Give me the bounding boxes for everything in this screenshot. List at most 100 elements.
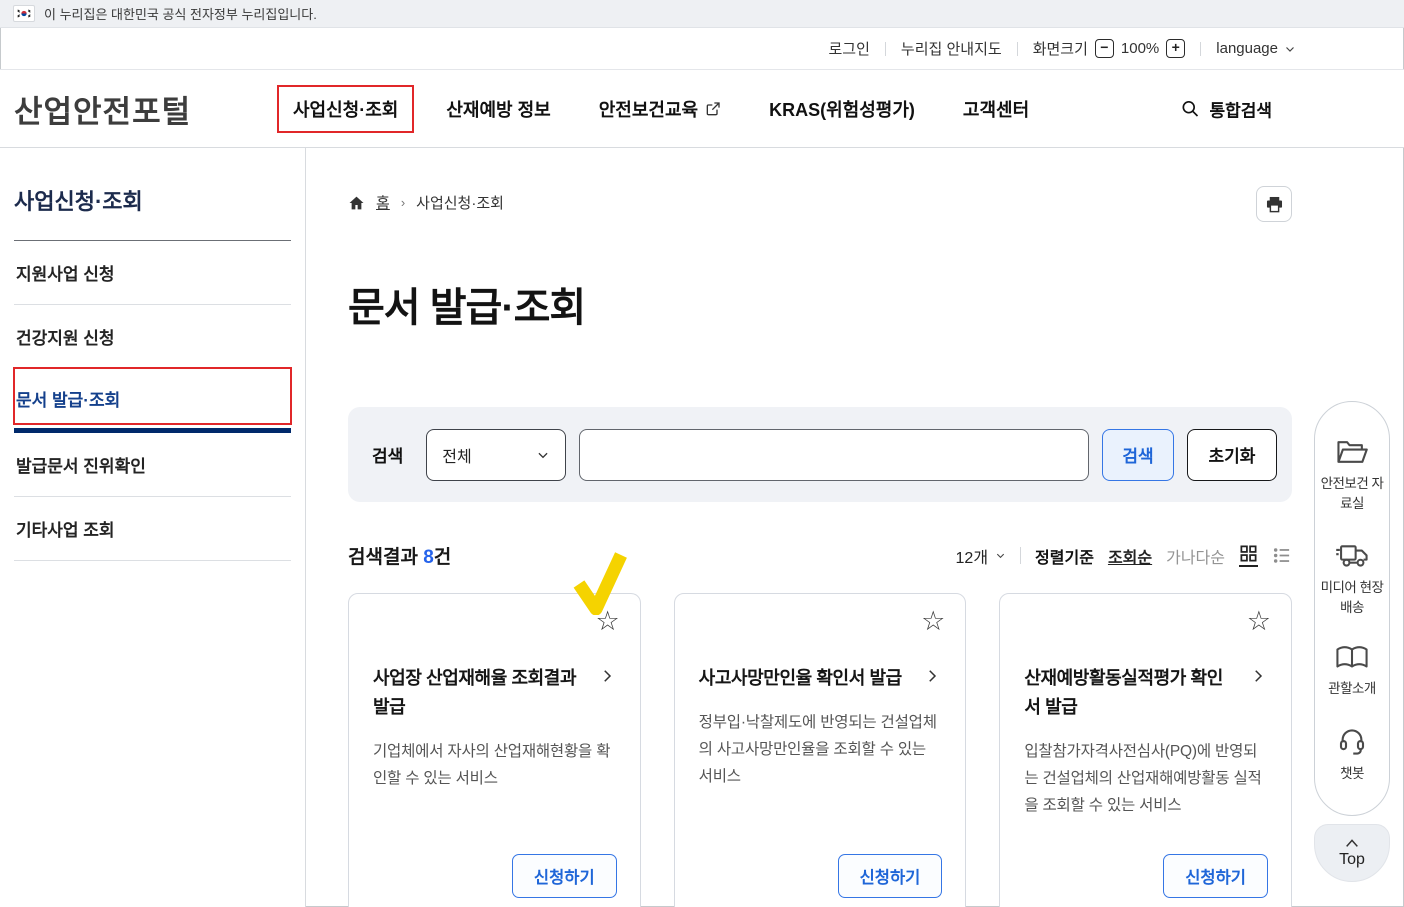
utility-bar: 로그인 누리집 안내지도 화면크기 − 100% + language xyxy=(0,28,1404,70)
result-count-number: 8 xyxy=(423,547,434,568)
print-button[interactable] xyxy=(1256,186,1292,222)
page-title: 문서 발급·조회 xyxy=(348,275,1292,333)
card-description: 입찰참가자격사전심사(PQ)에 반영되는 건설업체의 산업재해예방활동 실적을 … xyxy=(1024,738,1267,819)
nav-label: KRAS(위험성평가) xyxy=(769,96,915,122)
service-card: ☆ 산재예방활동실적평가 확인서 발급 입찰참가자격사전심사(PQ)에 반영되는… xyxy=(999,593,1292,907)
quickmenu-item-jurisdiction[interactable]: 관할소개 xyxy=(1328,645,1376,699)
chevron-right-icon xyxy=(923,667,941,685)
favorite-star-icon[interactable]: ☆ xyxy=(1247,608,1271,635)
result-count: 검색결과 8건 xyxy=(348,542,451,569)
nav-label: 사업신청·조회 xyxy=(293,96,398,122)
nav-item-kras[interactable]: KRAS(위험성평가) xyxy=(769,96,915,122)
home-icon xyxy=(348,195,365,211)
card-description: 기업체에서 자사의 산업재해현황을 확인할 수 있는 서비스 xyxy=(373,738,616,792)
truck-icon xyxy=(1335,542,1369,570)
breadcrumb-separator: › xyxy=(401,195,405,210)
sidebar-title: 사업신청·조회 xyxy=(14,184,291,216)
card-description: 정부입·낙찰제도에 반영되는 건설업체의 사고사망만인율을 조회할 수 있는 서… xyxy=(699,709,942,790)
reset-button[interactable]: 초기화 xyxy=(1187,429,1277,481)
card-title: 사고사망만인율 확인서 발급 xyxy=(699,664,912,693)
site-logo[interactable]: 산업안전포털 xyxy=(14,86,191,131)
language-dropdown[interactable]: language xyxy=(1216,40,1296,57)
apply-button[interactable]: 신청하기 xyxy=(1163,854,1268,898)
favorite-star-icon[interactable]: ☆ xyxy=(595,608,619,635)
nav-label: 산재예방 정보 xyxy=(446,96,550,122)
login-link[interactable]: 로그인 xyxy=(829,38,870,59)
total-search-button[interactable]: 통합검색 xyxy=(1180,96,1272,121)
page-root: 이 누리집은 대한민국 공식 전자정부 누리집입니다. 로그인 누리집 안내지도… xyxy=(0,0,1404,907)
divider xyxy=(885,42,886,56)
sidebar-menu: 지원사업 신청 건강지원 신청 문서 발급·조회 발급문서 진위확인 기타사업 … xyxy=(14,240,291,561)
card-title-link[interactable]: 산재예방활동실적평가 확인서 발급 xyxy=(1024,664,1267,722)
headset-icon xyxy=(1337,726,1367,756)
filter-selected-value: 전체 xyxy=(442,443,471,467)
sitemap-link[interactable]: 누리집 안내지도 xyxy=(901,38,1002,59)
chevron-down-icon xyxy=(536,448,550,462)
gov-banner-text: 이 누리집은 대한민국 공식 전자정부 누리집입니다. xyxy=(44,4,317,23)
zoom-in-button[interactable]: + xyxy=(1166,39,1185,58)
service-card: ☆ 사업장 산업재해율 조회결과 발급 기업체에서 자사의 산업재해현황을 확인… xyxy=(348,593,641,907)
chevron-right-icon xyxy=(598,667,616,685)
sidebar-item-document-verify[interactable]: 발급문서 진위확인 xyxy=(14,433,291,497)
divider xyxy=(1017,42,1018,56)
sidebar-item-document-issue[interactable]: 문서 발급·조회 xyxy=(14,369,291,433)
nav-item-accident-prevention[interactable]: 산재예방 정보 xyxy=(446,96,550,122)
divider xyxy=(1200,42,1201,56)
breadcrumb-home-link[interactable]: 홈 xyxy=(376,192,390,213)
search-panel: 검색 전체 검색 초기화 xyxy=(348,407,1292,502)
card-title-link[interactable]: 사고사망만인율 확인서 발급 xyxy=(699,664,942,693)
gov-banner: 이 누리집은 대한민국 공식 전자정부 누리집입니다. xyxy=(0,0,1404,28)
sort-option-views[interactable]: 조회순 xyxy=(1108,544,1152,568)
sidebar-item-health-apply[interactable]: 건강지원 신청 xyxy=(14,305,291,369)
zoom-level-value: 100% xyxy=(1121,40,1159,57)
sidebar-item-label: 기타사업 조회 xyxy=(16,516,115,541)
left-sidebar: 사업신청·조회 지원사업 신청 건강지원 신청 문서 발급·조회 발급문서 진위… xyxy=(0,148,306,907)
zoom-out-button[interactable]: − xyxy=(1095,39,1114,58)
site-header: 산업안전포털 사업신청·조회 산재예방 정보 안전보건교육 xyxy=(0,70,1404,148)
sidebar-item-label: 발급문서 진위확인 xyxy=(16,452,146,477)
nav-label: 안전보건교육 xyxy=(599,96,698,122)
nav-item-customer-center[interactable]: 고객센터 xyxy=(963,96,1029,122)
apply-button[interactable]: 신청하기 xyxy=(512,854,617,898)
chevron-down-icon xyxy=(1284,43,1296,55)
sidebar-item-label: 문서 발급·조회 xyxy=(16,386,120,411)
nav-item-business-apply[interactable]: 사업신청·조회 xyxy=(293,96,398,122)
card-title-link[interactable]: 사업장 산업재해율 조회결과 발급 xyxy=(373,664,616,722)
search-icon xyxy=(1180,99,1200,119)
chevron-down-icon xyxy=(995,550,1006,561)
page-size-value: 12개 xyxy=(956,544,989,568)
breadcrumb-current: 사업신청·조회 xyxy=(416,192,504,213)
quickmenu-item-safety-library[interactable]: 안전보건 자료실 xyxy=(1319,438,1385,515)
list-view-icon[interactable] xyxy=(1272,546,1292,565)
quick-menu: 안전보건 자료실 미디어 현장배송 관할소개 xyxy=(1314,401,1390,816)
grid-view-icon[interactable] xyxy=(1239,544,1258,567)
search-input[interactable] xyxy=(579,429,1089,481)
favorite-star-icon[interactable]: ☆ xyxy=(921,608,945,635)
quickmenu-label: 관할소개 xyxy=(1328,679,1376,699)
nav-item-safety-education[interactable]: 안전보건교육 xyxy=(599,96,721,122)
quickmenu-item-media-delivery[interactable]: 미디어 현장배송 xyxy=(1319,542,1385,619)
result-tools: 12개 정렬기준 조회순 가나다순 xyxy=(956,544,1292,568)
divider xyxy=(1020,547,1021,564)
sidebar-item-other-business[interactable]: 기타사업 조회 xyxy=(14,497,291,561)
sort-option-alphabetical[interactable]: 가나다순 xyxy=(1166,544,1225,568)
korean-flag-icon xyxy=(13,5,35,22)
quickmenu-label: 안전보건 자료실 xyxy=(1319,474,1385,515)
result-header: 검색결과 8건 12개 정렬기준 조회순 가나다순 xyxy=(348,542,1292,569)
page-size-select[interactable]: 12개 xyxy=(956,544,1007,568)
apply-button[interactable]: 신청하기 xyxy=(838,854,943,898)
search-panel-label: 검색 xyxy=(372,442,403,467)
quickmenu-item-chatbot[interactable]: 챗봇 xyxy=(1337,726,1367,784)
result-count-suffix: 건 xyxy=(434,547,451,568)
sort-label: 정렬기준 xyxy=(1035,544,1094,568)
search-button[interactable]: 검색 xyxy=(1102,429,1174,481)
chevron-up-icon xyxy=(1344,837,1360,849)
search-filter-select[interactable]: 전체 xyxy=(426,429,566,481)
scroll-top-label: Top xyxy=(1339,851,1365,869)
screen-size-control: 화면크기 − 100% + xyxy=(1033,38,1186,59)
external-link-icon xyxy=(705,101,721,117)
breadcrumb: 홈 › 사업신청·조회 xyxy=(348,192,1292,213)
sidebar-item-support-apply[interactable]: 지원사업 신청 xyxy=(14,241,291,305)
card-title: 사업장 산업재해율 조회결과 발급 xyxy=(373,664,586,722)
sidebar-item-label: 지원사업 신청 xyxy=(16,260,115,285)
